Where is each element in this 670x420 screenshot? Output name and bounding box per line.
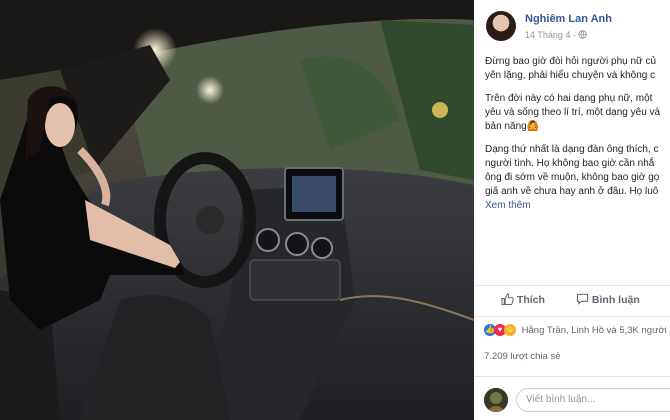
reactions-text: Hằng Trần, Linh Hồ và 5,3K người k [521, 324, 670, 336]
haha-reaction-icon: ☺ [504, 324, 516, 336]
comment-input[interactable]: Viết bình luận... [516, 388, 670, 412]
post-text: Đừng bao giờ đòi hỏi người phụ nữ củ yên… [485, 55, 670, 222]
car-interior-photo [0, 0, 474, 420]
reactions-summary[interactable]: 👍 ♥ ☺ Hằng Trần, Linh Hồ và 5,3K người k [484, 324, 670, 336]
post-sidebar: Nghiêm Lan Anh 14 Tháng 4 · Đừng bao giờ… [474, 0, 670, 420]
paragraph-3: Dạng thứ nhất là dạng đàn ông thích, c n… [485, 144, 660, 211]
author-avatar[interactable] [486, 11, 516, 41]
post-header: Nghiêm Lan Anh 14 Tháng 4 · [474, 0, 670, 48]
thumbs-up-icon [501, 293, 517, 306]
like-label: Thích [516, 294, 545, 306]
comment-button[interactable]: Bình luận [576, 293, 640, 306]
paragraph-2: Trên đời này có hai dạng phụ nữ, một yêu… [485, 93, 661, 132]
author-name[interactable]: Nghiêm Lan Anh [525, 13, 612, 25]
like-button[interactable]: Thích [501, 293, 545, 306]
post-date[interactable]: 14 Tháng 4 · [525, 30, 576, 40]
viewer-avatar [484, 388, 508, 412]
comment-bubble-icon [576, 293, 592, 306]
comment-placeholder: Viết bình luận... [526, 394, 596, 405]
comment-bar: Viết bình luận... [474, 376, 670, 420]
post-photo[interactable] [0, 0, 474, 420]
action-bar: Thích Bình luận [474, 285, 670, 317]
comment-label: Bình luận [591, 294, 640, 306]
see-more-link[interactable]: Xem thêm [485, 200, 531, 211]
globe-icon [578, 30, 587, 41]
paragraph-1: Đừng bao giờ đòi hỏi người phụ nữ củ yên… [485, 56, 657, 81]
share-count[interactable]: 7.209 lượt chia sẻ [484, 351, 561, 362]
